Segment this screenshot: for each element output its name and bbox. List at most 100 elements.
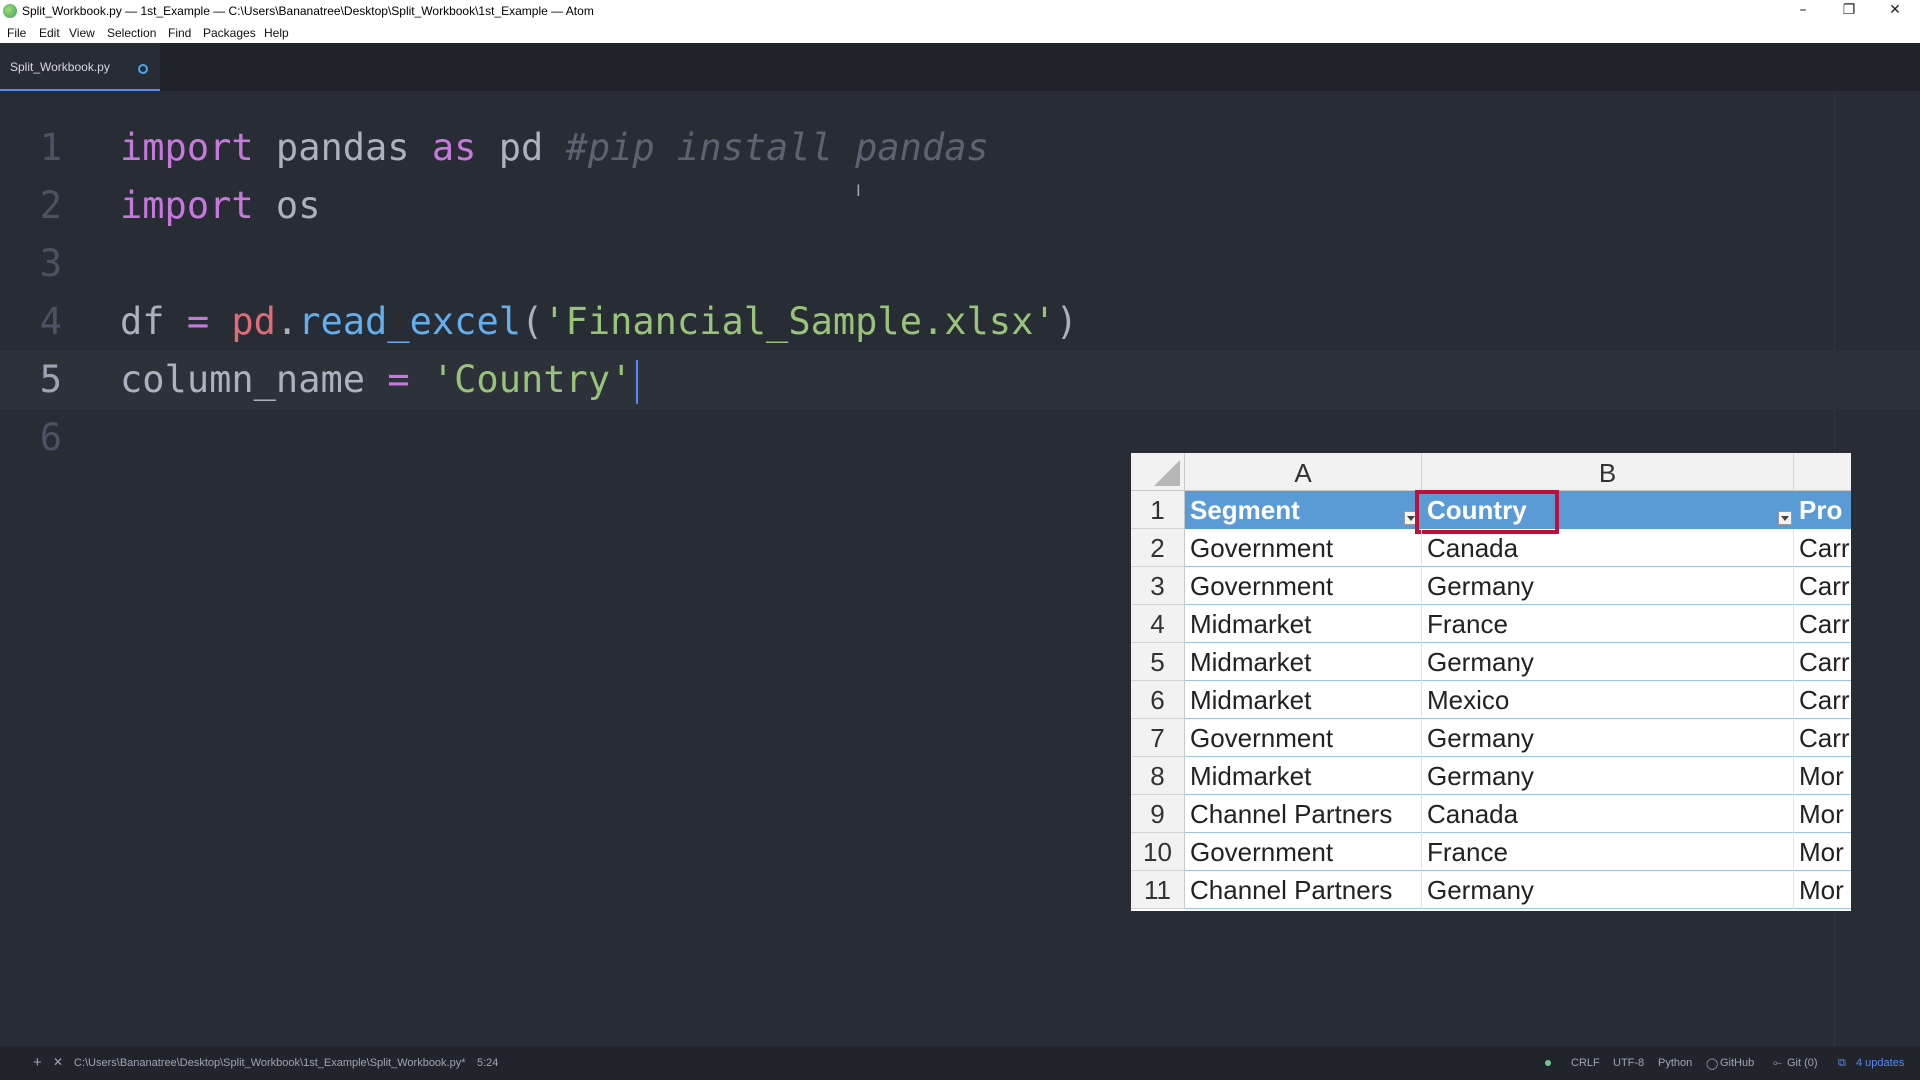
file-encoding[interactable]: UTF-8 [1613,1057,1644,1069]
table-cell: Carr [1794,681,1851,719]
code-token: = [186,300,210,343]
maximize-button[interactable]: ❐ [1826,0,1872,22]
code-token: ( [521,300,544,343]
menu-file[interactable]: File [7,26,26,40]
filter-dropdown-icon [1778,511,1792,525]
close-window-button[interactable]: ✕ [1872,0,1918,22]
table-cell: Germany [1422,871,1794,909]
country-highlight-box [1415,490,1559,534]
code-line[interactable]: 2 import os [0,177,1920,235]
table-cell: Government [1185,833,1422,871]
table-row: Midmarket Germany Mor [1185,757,1851,795]
menu-view[interactable]: View [69,26,95,40]
code-line[interactable]: 5 column_name = 'Country' [0,351,1920,409]
code-line[interactable]: 4 df = pd.read_excel('Financial_Sample.xl… [0,293,1920,351]
code-text: import pandas as pd #pip install pandas [120,119,989,177]
menu-edit[interactable]: Edit [39,26,60,40]
table-row: Government Germany Carr [1185,719,1851,757]
window-title: Split_Workbook.py — 1st_Example — C:\Use… [22,4,594,18]
line-number: 2 [39,184,62,227]
code-token: import [120,126,254,169]
code-token: 'Financial_Sample.xlsx' [543,300,1056,343]
cursor-position[interactable]: 5:24 [477,1057,498,1069]
tab-split-workbook[interactable]: Split_Workbook.py [0,43,160,91]
add-project-folder-icon[interactable]: + [33,1054,42,1071]
code-token: df [120,300,187,343]
table-row: Midmarket Germany Carr [1185,643,1851,681]
table-cell: Carr [1794,529,1851,567]
mouse-ibeam-cursor-icon: I [856,181,861,200]
minimize-button[interactable]: – [1780,0,1826,22]
updates-link[interactable]: 4 updates [1856,1057,1904,1069]
grammar-selector[interactable]: Python [1658,1057,1692,1069]
table-cell: Carr [1794,719,1851,757]
code-token: as [431,126,477,169]
row-header: 7 [1131,719,1185,757]
title-bar: Split_Workbook.py — 1st_Example — C:\Use… [0,0,1920,22]
table-cell: Germany [1422,719,1794,757]
code-token: ) [1055,300,1078,343]
code-text: column_name = 'Country' [120,351,639,409]
table-cell: Germany [1422,757,1794,795]
close-panel-icon[interactable]: ✕ [53,1055,63,1069]
row-header: 10 [1131,833,1185,871]
table-cell: Carr [1794,567,1851,605]
table-cell: Midmarket [1185,605,1422,643]
table-cell: Canada [1422,529,1794,567]
table-cell: Germany [1422,567,1794,605]
row-header: 5 [1131,643,1185,681]
code-token: pandas [253,126,432,169]
git-panel[interactable]: Git (0) [1787,1057,1818,1069]
row-header: 2 [1131,529,1185,567]
menu-find[interactable]: Find [168,26,191,40]
header-cell-product: Pro [1799,495,1843,525]
row-header: 8 [1131,757,1185,795]
table-cell: Midmarket [1185,643,1422,681]
code-token: import [120,184,254,227]
code-token: pd [231,300,276,343]
row-header: 9 [1131,795,1185,833]
updates-icon: ⧉ [1838,1057,1846,1069]
code-token: os [253,184,321,227]
line-ending[interactable]: CRLF [1571,1057,1600,1069]
code-text: import os [120,177,320,235]
table-cell: Channel Partners [1185,795,1422,833]
row-header: 4 [1131,605,1185,643]
table-cell: Midmarket [1185,681,1422,719]
row-header: 1 [1131,491,1185,529]
code-text: df = pd.read_excel('Financial_Sample.xls… [120,293,1078,351]
status-bar: + ✕ C:\Users\Bananatree\Desktop\Split_Wo… [0,1046,1920,1080]
table-cell: Government [1185,719,1422,757]
code-token: pd [476,126,566,169]
select-all-corner [1131,453,1185,491]
table-row: Channel Partners Canada Mor [1185,795,1851,833]
menu-selection[interactable]: Selection [107,26,156,40]
column-header-b: B [1422,453,1794,491]
table-cell: Government [1185,529,1422,567]
modified-indicator-icon[interactable] [138,64,148,74]
github-panel[interactable]: GitHub [1720,1057,1754,1069]
line-number: 3 [39,242,62,285]
tab-bar: Split_Workbook.py [0,43,1920,91]
code-line[interactable]: 1 import pandas as pd #pip install pandas [0,119,1920,177]
table-cell: Mor [1794,833,1851,871]
code-token: column_name [120,358,388,401]
git-icon: ⟜ [1773,1057,1782,1069]
row-header: 11 [1131,871,1185,909]
table-cell: Government [1185,567,1422,605]
code-line[interactable]: 3 [0,235,1920,293]
code-token: #pip install pandas [565,126,989,169]
menu-help[interactable]: Help [264,26,289,40]
line-number: 4 [39,300,62,343]
header-cell-segment: Segment [1190,495,1300,525]
table-cell: France [1422,605,1794,643]
row-header: 3 [1131,567,1185,605]
menu-packages[interactable]: Packages [203,26,256,40]
table-row: Government Canada Carr [1185,529,1851,567]
table-cell: Canada [1422,795,1794,833]
line-number: 6 [39,416,62,459]
table-row: Government France Mor [1185,833,1851,871]
table-cell: Channel Partners [1185,871,1422,909]
file-path[interactable]: C:\Users\Bananatree\Desktop\Split_Workbo… [74,1057,466,1069]
table-row: Midmarket Mexico Carr [1185,681,1851,719]
